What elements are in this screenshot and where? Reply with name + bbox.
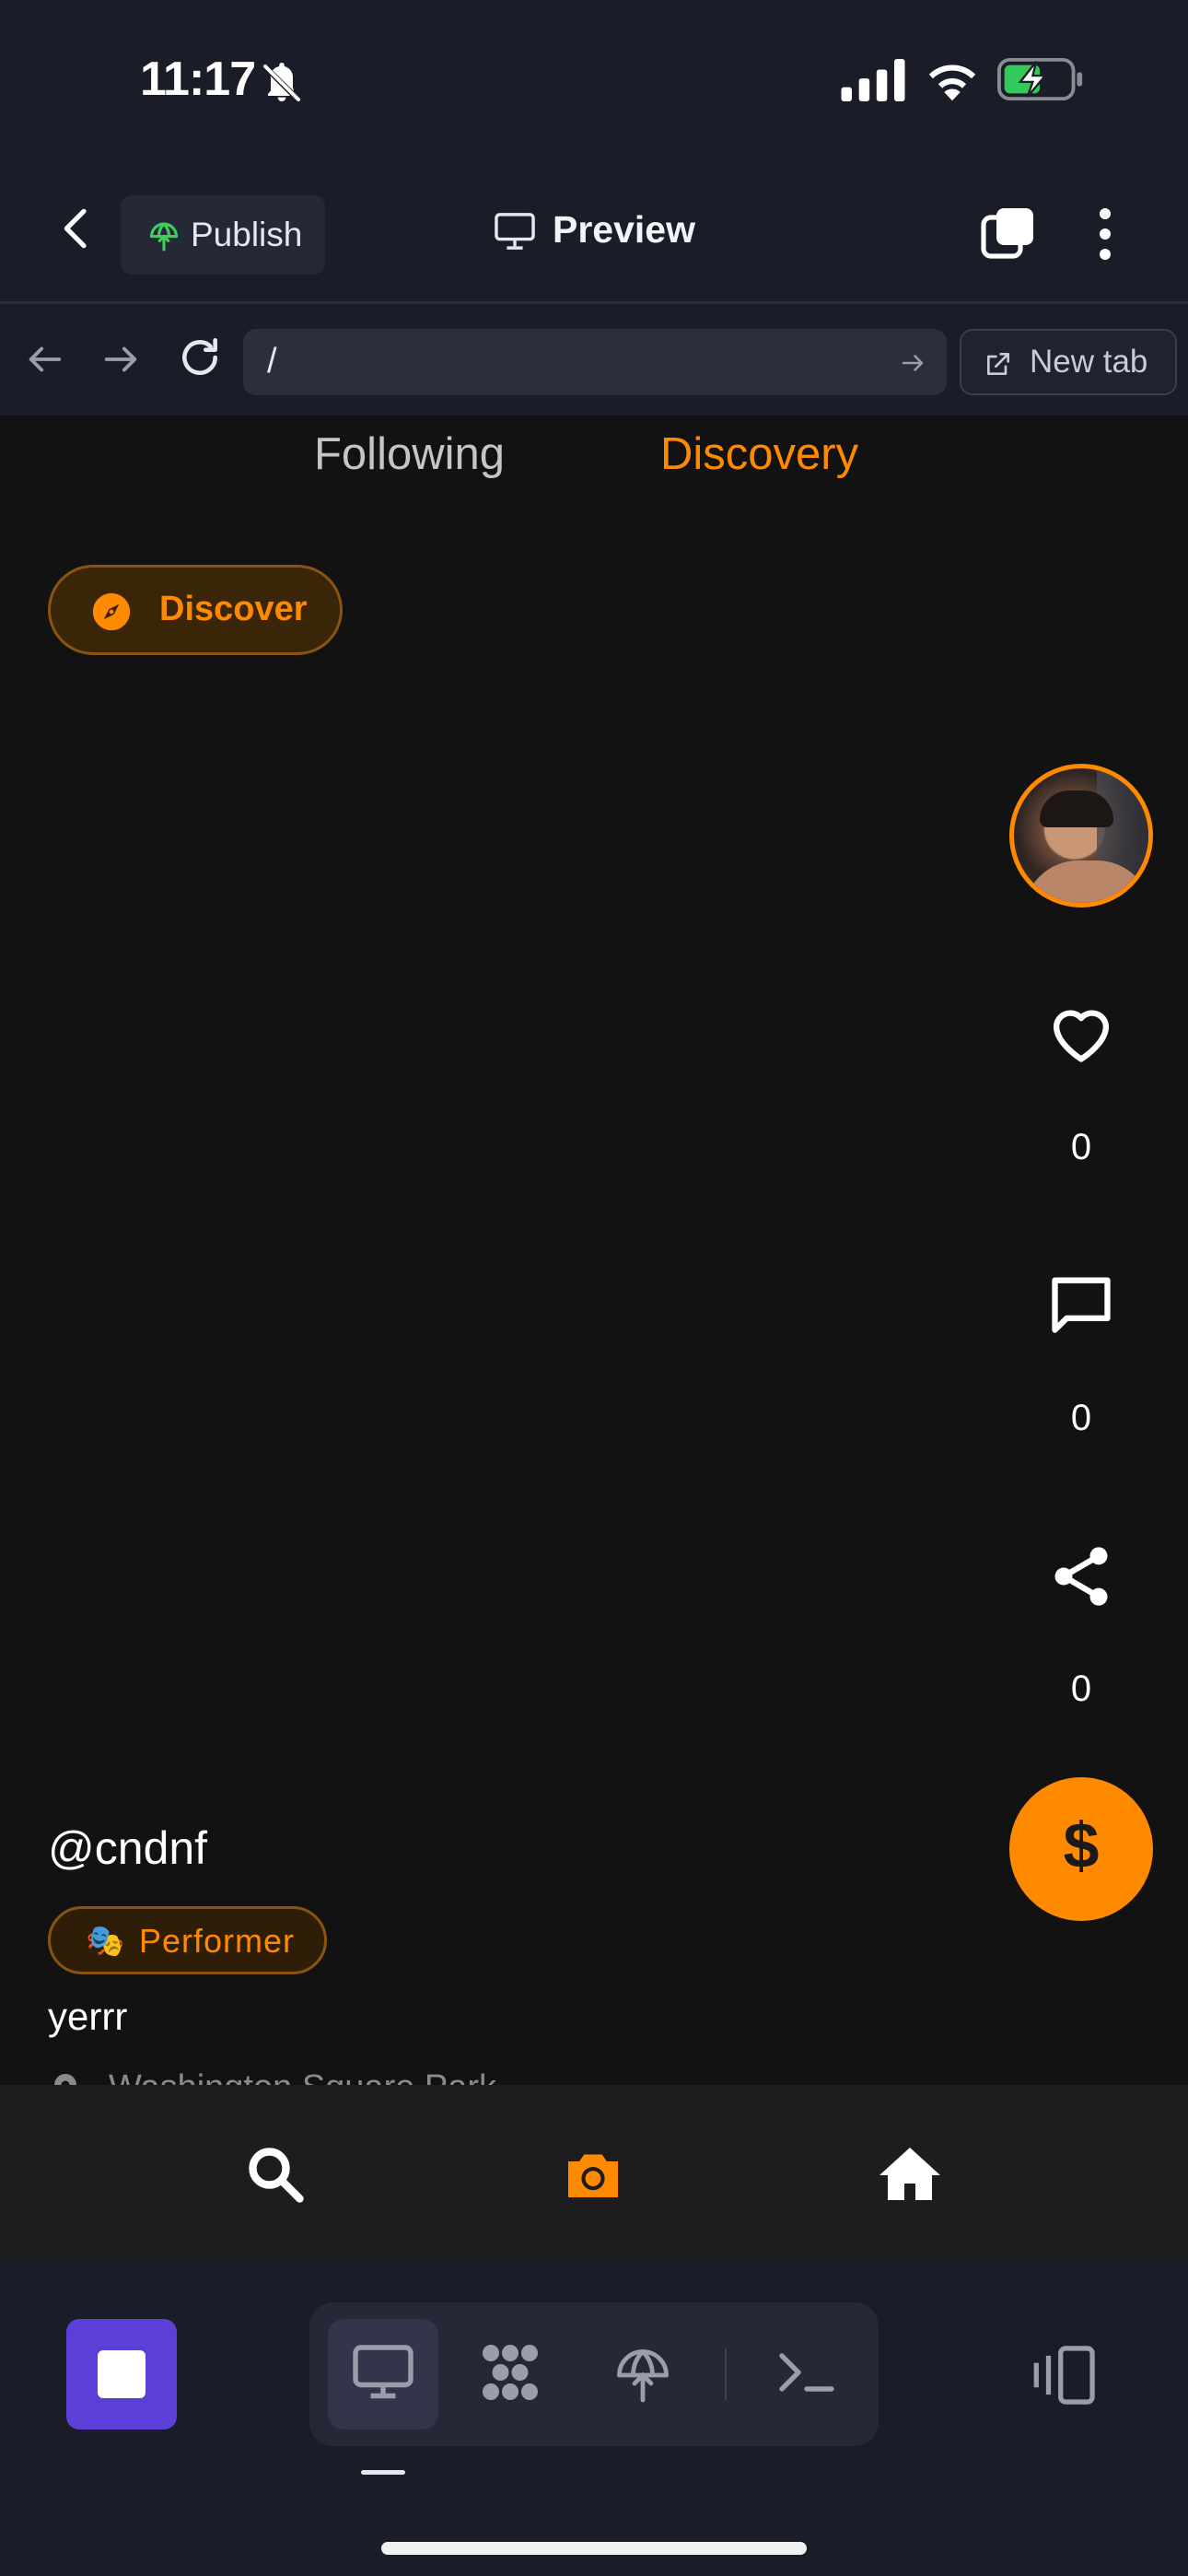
url-text: / bbox=[267, 342, 277, 381]
preview-monitor-icon[interactable] bbox=[350, 2339, 416, 2406]
camera-icon[interactable] bbox=[560, 2142, 626, 2208]
url-input[interactable]: / bbox=[243, 329, 947, 395]
wifi-icon bbox=[928, 64, 976, 101]
dock-divider bbox=[725, 2348, 727, 2400]
browser-toolbar: / New tab bbox=[0, 307, 1188, 416]
home-indicator bbox=[381, 2542, 807, 2555]
agent-icon[interactable] bbox=[477, 2339, 543, 2406]
cellular-signal-icon bbox=[841, 59, 905, 101]
dollar-icon: $ bbox=[1063, 1809, 1100, 1881]
post-username[interactable]: @cndnf bbox=[48, 1821, 207, 1875]
performing-arts-icon: 🎭 bbox=[86, 1924, 125, 1959]
active-tab-indicator bbox=[361, 2470, 405, 2475]
stop-button[interactable] bbox=[66, 2319, 177, 2430]
role-label: Performer bbox=[139, 1922, 296, 1960]
compass-icon bbox=[92, 592, 131, 631]
tabs-switcher-icon[interactable] bbox=[978, 205, 1037, 263]
stop-icon bbox=[98, 2350, 146, 2398]
role-badge: 🎭 Performer bbox=[48, 1906, 327, 1974]
preview-label: Preview bbox=[553, 208, 695, 251]
comment-icon[interactable] bbox=[1046, 1269, 1116, 1339]
publish-label: Publish bbox=[191, 216, 303, 253]
status-bar: 11:17 bbox=[0, 0, 1188, 157]
search-icon[interactable] bbox=[243, 2142, 309, 2208]
discover-label: Discover bbox=[159, 590, 308, 628]
new-tab-button[interactable]: New tab bbox=[960, 329, 1177, 395]
reload-icon[interactable] bbox=[177, 334, 223, 381]
location-pin-icon bbox=[54, 2074, 76, 2085]
creator-avatar[interactable] bbox=[1009, 764, 1153, 907]
workspace-dock bbox=[0, 2260, 1188, 2576]
publish-button[interactable]: Publish bbox=[121, 195, 325, 275]
share-icon[interactable] bbox=[1046, 1541, 1116, 1611]
battery-charging-icon bbox=[997, 57, 1083, 101]
location-text: Washington Square Park bbox=[109, 2068, 496, 2085]
back-chevron-icon[interactable] bbox=[52, 203, 103, 254]
arrow-left-icon[interactable] bbox=[24, 338, 66, 381]
new-tab-label: New tab bbox=[1030, 344, 1148, 380]
heart-icon[interactable] bbox=[1046, 998, 1116, 1068]
workspace-header: Publish Preview bbox=[0, 157, 1188, 304]
post-caption: yerrr bbox=[48, 1995, 128, 2038]
share-count: 0 bbox=[1070, 1669, 1092, 1709]
discover-badge[interactable]: Discover bbox=[48, 565, 343, 655]
app-preview: Following Discovery Discover 0 0 0 $ @cn… bbox=[0, 416, 1188, 2085]
bell-slash-icon bbox=[263, 63, 300, 101]
dock-tool-group bbox=[309, 2302, 879, 2446]
like-count: 0 bbox=[1070, 1127, 1092, 1167]
tab-discovery[interactable]: Discovery bbox=[660, 428, 858, 480]
layout-toggle-icon[interactable] bbox=[1031, 2343, 1100, 2407]
external-link-icon bbox=[987, 353, 1009, 375]
deploy-globe-icon[interactable] bbox=[610, 2339, 676, 2406]
more-options-icon[interactable] bbox=[1087, 205, 1124, 263]
app-bottom-nav bbox=[0, 2085, 1188, 2260]
go-arrow-icon[interactable] bbox=[899, 349, 926, 377]
tab-following[interactable]: Following bbox=[314, 428, 505, 480]
status-time: 11:17 bbox=[140, 53, 256, 106]
comment-count: 0 bbox=[1070, 1398, 1092, 1438]
tip-button[interactable]: $ bbox=[1009, 1777, 1153, 1921]
shell-prompt-icon[interactable] bbox=[774, 2339, 840, 2406]
home-icon[interactable] bbox=[877, 2142, 943, 2208]
globe-upload-icon bbox=[149, 222, 179, 252]
monitor-icon bbox=[495, 213, 535, 250]
arrow-right-icon[interactable] bbox=[99, 338, 142, 381]
